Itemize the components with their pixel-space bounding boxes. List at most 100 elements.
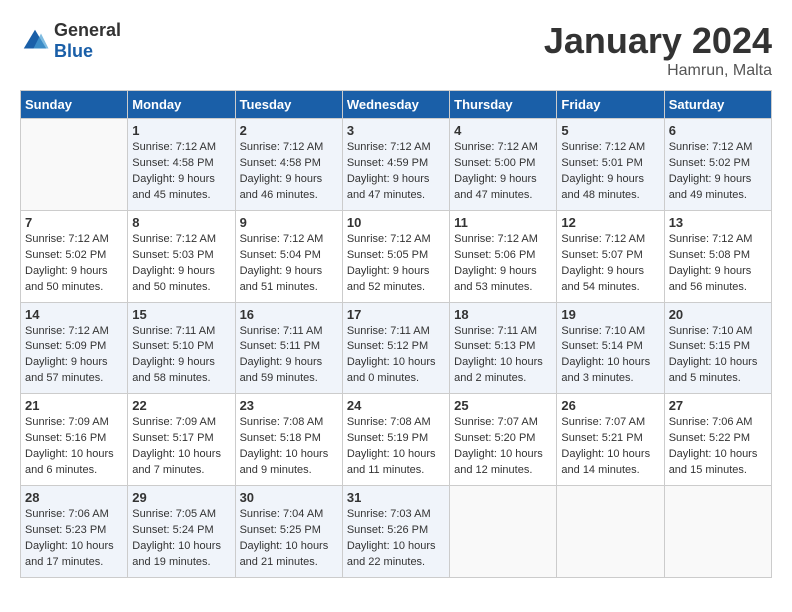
calendar-cell	[664, 486, 771, 578]
sunrise-text: Sunrise: 7:12 AM	[454, 141, 538, 153]
sunrise-text: Sunrise: 7:12 AM	[240, 233, 324, 245]
sunrise-text: Sunrise: 7:12 AM	[561, 233, 645, 245]
weekday-header: Friday	[557, 91, 664, 119]
day-number: 20	[669, 307, 767, 322]
daylight-text: Daylight: 10 hours and 12 minutes.	[454, 448, 543, 476]
day-number: 29	[132, 490, 230, 505]
day-number: 27	[669, 398, 767, 413]
daylight-text: Daylight: 9 hours and 50 minutes.	[25, 265, 108, 293]
calendar-cell: 14Sunrise: 7:12 AMSunset: 5:09 PMDayligh…	[21, 302, 128, 394]
day-number: 28	[25, 490, 123, 505]
sunset-text: Sunset: 5:19 PM	[347, 432, 428, 444]
daylight-text: Daylight: 10 hours and 21 minutes.	[240, 540, 329, 568]
calendar-cell: 29 Sunrise: 7:05 AMSunset: 5:24 PMDayligh…	[128, 486, 235, 578]
calendar-cell: 17 Sunrise: 7:11 AMSunset: 5:12 PMDayligh…	[342, 302, 449, 394]
sunrise-text: Sunrise: 7:12 AM	[25, 233, 109, 245]
sunset-text: Sunset: 5:08 PM	[669, 249, 750, 261]
day-number: 30	[240, 490, 338, 505]
sunrise-text: Sunrise: 7:07 AM	[561, 416, 645, 428]
sunrise-text: Sunrise: 7:11 AM	[132, 325, 215, 337]
sunset-text: Sunset: 5:14 PM	[561, 340, 642, 352]
daylight-text: Daylight: 10 hours and 22 minutes.	[347, 540, 436, 568]
calendar-cell: 5Sunrise: 7:12 AMSunset: 5:01 PMDaylight…	[557, 119, 664, 211]
cell-content: Sunrise: 7:12 AMSunset: 5:02 PMDaylight:…	[25, 232, 123, 296]
day-number: 11	[454, 215, 552, 230]
daylight-text: Daylight: 10 hours and 9 minutes.	[240, 448, 329, 476]
cell-content: Sunrise: 7:10 AMSunset: 5:14 PMDaylight:…	[561, 324, 659, 388]
calendar-cell: 26Sunrise: 7:07 AMSunset: 5:21 PMDayligh…	[557, 394, 664, 486]
sunrise-text: Sunrise: 7:04 AM	[240, 508, 324, 520]
calendar-cell: 6Sunrise: 7:12 AMSunset: 5:02 PMDaylight…	[664, 119, 771, 211]
weekday-header-row: SundayMondayTuesdayWednesdayThursdayFrid…	[21, 91, 772, 119]
cell-content: Sunrise: 7:11 AMSunset: 5:10 PMDaylight:…	[132, 324, 230, 388]
month-title: January 2024	[544, 20, 772, 62]
calendar-cell: 11Sunrise: 7:12 AMSunset: 5:06 PMDayligh…	[450, 210, 557, 302]
daylight-text: Daylight: 9 hours and 50 minutes.	[132, 265, 215, 293]
calendar-cell: 31Sunrise: 7:03 AMSunset: 5:26 PMDayligh…	[342, 486, 449, 578]
calendar-cell: 19Sunrise: 7:10 AMSunset: 5:14 PMDayligh…	[557, 302, 664, 394]
daylight-text: Daylight: 10 hours and 19 minutes.	[132, 540, 221, 568]
logo-icon	[20, 26, 50, 56]
sunset-text: Sunset: 5:05 PM	[347, 249, 428, 261]
daylight-text: Daylight: 9 hours and 48 minutes.	[561, 173, 644, 201]
calendar-week-row: 1Sunrise: 7:12 AMSunset: 4:58 PMDaylight…	[21, 119, 772, 211]
sunset-text: Sunset: 4:59 PM	[347, 157, 428, 169]
cell-content: Sunrise: 7:11 AMSunset: 5:13 PMDaylight:…	[454, 324, 552, 388]
sunrise-text: Sunrise: 7:09 AM	[132, 416, 216, 428]
cell-content: Sunrise: 7:12 AM Sunset: 5:09 PM Daylight:…	[25, 324, 123, 388]
sunrise-text: Sunrise: 7:11 AM	[454, 325, 537, 337]
cell-content: Sunrise: 7:12 AMSunset: 5:08 PMDaylight:…	[669, 232, 767, 296]
cell-content: Sunrise: 7:08 AMSunset: 5:19 PMDaylight:…	[347, 415, 445, 479]
sunset-text: Sunset: 5:09 PM	[25, 340, 106, 352]
cell-content: Sunrise: 7:12 AMSunset: 5:02 PMDaylight:…	[669, 140, 767, 204]
cell-content: Sunrise: 7:07 AM Sunset: 5:21 PM Daylight:…	[561, 415, 659, 479]
calendar-cell: 1Sunrise: 7:12 AMSunset: 4:58 PMDaylight…	[128, 119, 235, 211]
day-number: 17	[347, 307, 445, 322]
weekday-header: Tuesday	[235, 91, 342, 119]
sunrise-text: Sunrise: 7:10 AM	[669, 325, 753, 337]
daylight-text: Daylight: 10 hours and 15 minutes.	[669, 448, 758, 476]
calendar-week-row: 7Sunrise: 7:12 AMSunset: 5:02 PMDaylight…	[21, 210, 772, 302]
cell-content: Sunrise: 7:11 AMSunset: 5:12 PMDaylight:…	[347, 324, 445, 388]
cell-content: Sunrise: 7:05 AMSunset: 5:24 PMDaylight:…	[132, 507, 230, 571]
day-number: 3	[347, 123, 445, 138]
daylight-text: Daylight: 10 hours and 14 minutes.	[561, 448, 650, 476]
sunset-text: Sunset: 5:16 PM	[25, 432, 106, 444]
day-number: 18	[454, 307, 552, 322]
logo-blue: Blue	[54, 41, 121, 62]
day-number: 16	[240, 307, 338, 322]
weekday-header: Saturday	[664, 91, 771, 119]
calendar-cell: 18 Sunrise: 7:11 AMSunset: 5:13 PMDayligh…	[450, 302, 557, 394]
sunrise-text: Sunrise: 7:10 AM	[561, 325, 645, 337]
calendar-cell: 24Sunrise: 7:08 AMSunset: 5:19 PMDayligh…	[342, 394, 449, 486]
daylight-text: Daylight: 10 hours and 0 minutes.	[347, 356, 436, 384]
sunrise-text: Sunrise: 7:03 AM	[347, 508, 431, 520]
daylight-text: Daylight: 9 hours and 51 minutes.	[240, 265, 323, 293]
cell-content: Sunrise: 7:12 AMSunset: 5:00 PMDaylight:…	[454, 140, 552, 204]
daylight-text: Daylight: 9 hours and 56 minutes.	[669, 265, 752, 293]
daylight-text: Daylight: 9 hours and 57 minutes.	[25, 356, 108, 384]
sunset-text: Sunset: 5:07 PM	[561, 249, 642, 261]
day-number: 1	[132, 123, 230, 138]
sunrise-text: Sunrise: 7:12 AM	[561, 141, 645, 153]
calendar-cell: 8Sunrise: 7:12 AMSunset: 5:03 PMDaylight…	[128, 210, 235, 302]
daylight-text: Daylight: 9 hours and 58 minutes.	[132, 356, 215, 384]
sunrise-text: Sunrise: 7:12 AM	[132, 233, 216, 245]
cell-content: Sunrise: 7:03 AMSunset: 5:26 PMDaylight:…	[347, 507, 445, 571]
sunrise-text: Sunrise: 7:12 AM	[240, 141, 324, 153]
calendar-week-row: 14Sunrise: 7:12 AMSunset: 5:09 PMDayligh…	[21, 302, 772, 394]
weekday-header: Wednesday	[342, 91, 449, 119]
sunset-text: Sunset: 5:06 PM	[454, 249, 535, 261]
sunset-text: Sunset: 5:03 PM	[132, 249, 213, 261]
sunrise-text: Sunrise: 7:12 AM	[669, 141, 753, 153]
calendar-cell: 21Sunrise: 7:09 AMSunset: 5:16 PMDayligh…	[21, 394, 128, 486]
daylight-text: Daylight: 10 hours and 7 minutes.	[132, 448, 221, 476]
cell-content: Sunrise: 7:12 AMSunset: 5:01 PMDaylight:…	[561, 140, 659, 204]
calendar-cell: 23Sunrise: 7:08 AMSunset: 5:18 PMDayligh…	[235, 394, 342, 486]
sunset-text: Sunset: 5:21 PM	[561, 432, 642, 444]
cell-content: Sunrise: 7:11 AMSunset: 5:11 PMDaylight:…	[240, 324, 338, 388]
sunrise-text: Sunrise: 7:12 AM	[25, 325, 109, 337]
location: Hamrun, Malta	[544, 62, 772, 80]
logo-text: General Blue	[54, 20, 121, 62]
cell-content: Sunrise: 7:09 AMSunset: 5:16 PMDaylight:…	[25, 415, 123, 479]
